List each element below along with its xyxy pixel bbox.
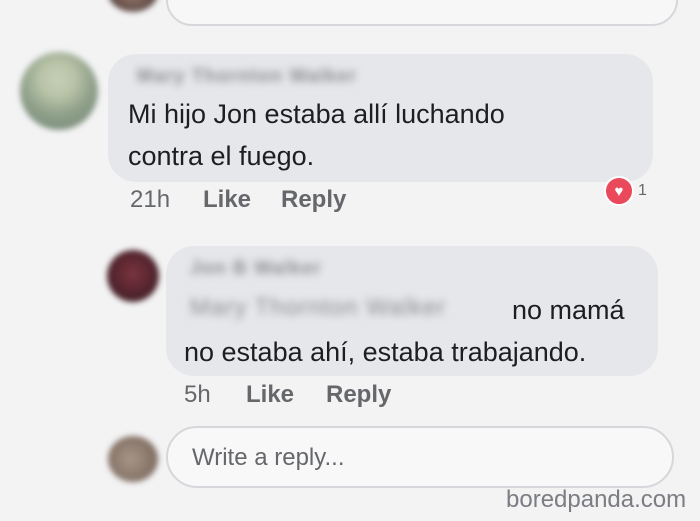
comment-timestamp[interactable]: 21h — [130, 186, 170, 214]
like-label: Like — [203, 186, 252, 213]
watermark: boredpanda.com — [506, 486, 687, 513]
reply-text-line-2: no estaba ahí, estaba trabajando. — [184, 337, 587, 367]
replier-name-redacted[interactable]: Jon B Walker — [190, 258, 322, 280]
heart-icon: ♥ — [604, 176, 634, 206]
commenter-avatar[interactable] — [20, 52, 98, 130]
reply-reply-button[interactable]: Reply — [326, 381, 391, 409]
reply-label: Reply — [281, 186, 347, 213]
current-user-avatar — [108, 436, 158, 482]
write-reply-field[interactable] — [166, 426, 674, 488]
reaction-summary[interactable]: ♥ 1 — [604, 176, 647, 206]
reply-like-button[interactable]: Like — [246, 381, 294, 409]
reply-label: Reply — [326, 381, 392, 408]
reply-text-line-1: no mamá — [512, 295, 625, 325]
commenter-name-redacted[interactable]: Mary Thornton Walker — [137, 66, 357, 88]
comment-like-button[interactable]: Like — [203, 186, 251, 214]
previous-avatar — [108, 0, 158, 12]
comment-text-line-1: Mi hijo Jon estaba allí luchando — [128, 99, 505, 129]
write-reply-input[interactable] — [190, 428, 634, 488]
reaction-count: 1 — [638, 182, 647, 199]
reply-timestamp[interactable]: 5h — [184, 381, 211, 409]
like-label: Like — [246, 381, 295, 408]
comment-reply-button[interactable]: Reply — [281, 186, 346, 214]
replier-avatar[interactable] — [107, 250, 159, 302]
comment-text-line-2: contra el fuego. — [128, 141, 315, 171]
previous-reply-field[interactable] — [166, 0, 678, 26]
mention-tag-redacted[interactable]: Mary Thornton Walker — [190, 294, 446, 322]
